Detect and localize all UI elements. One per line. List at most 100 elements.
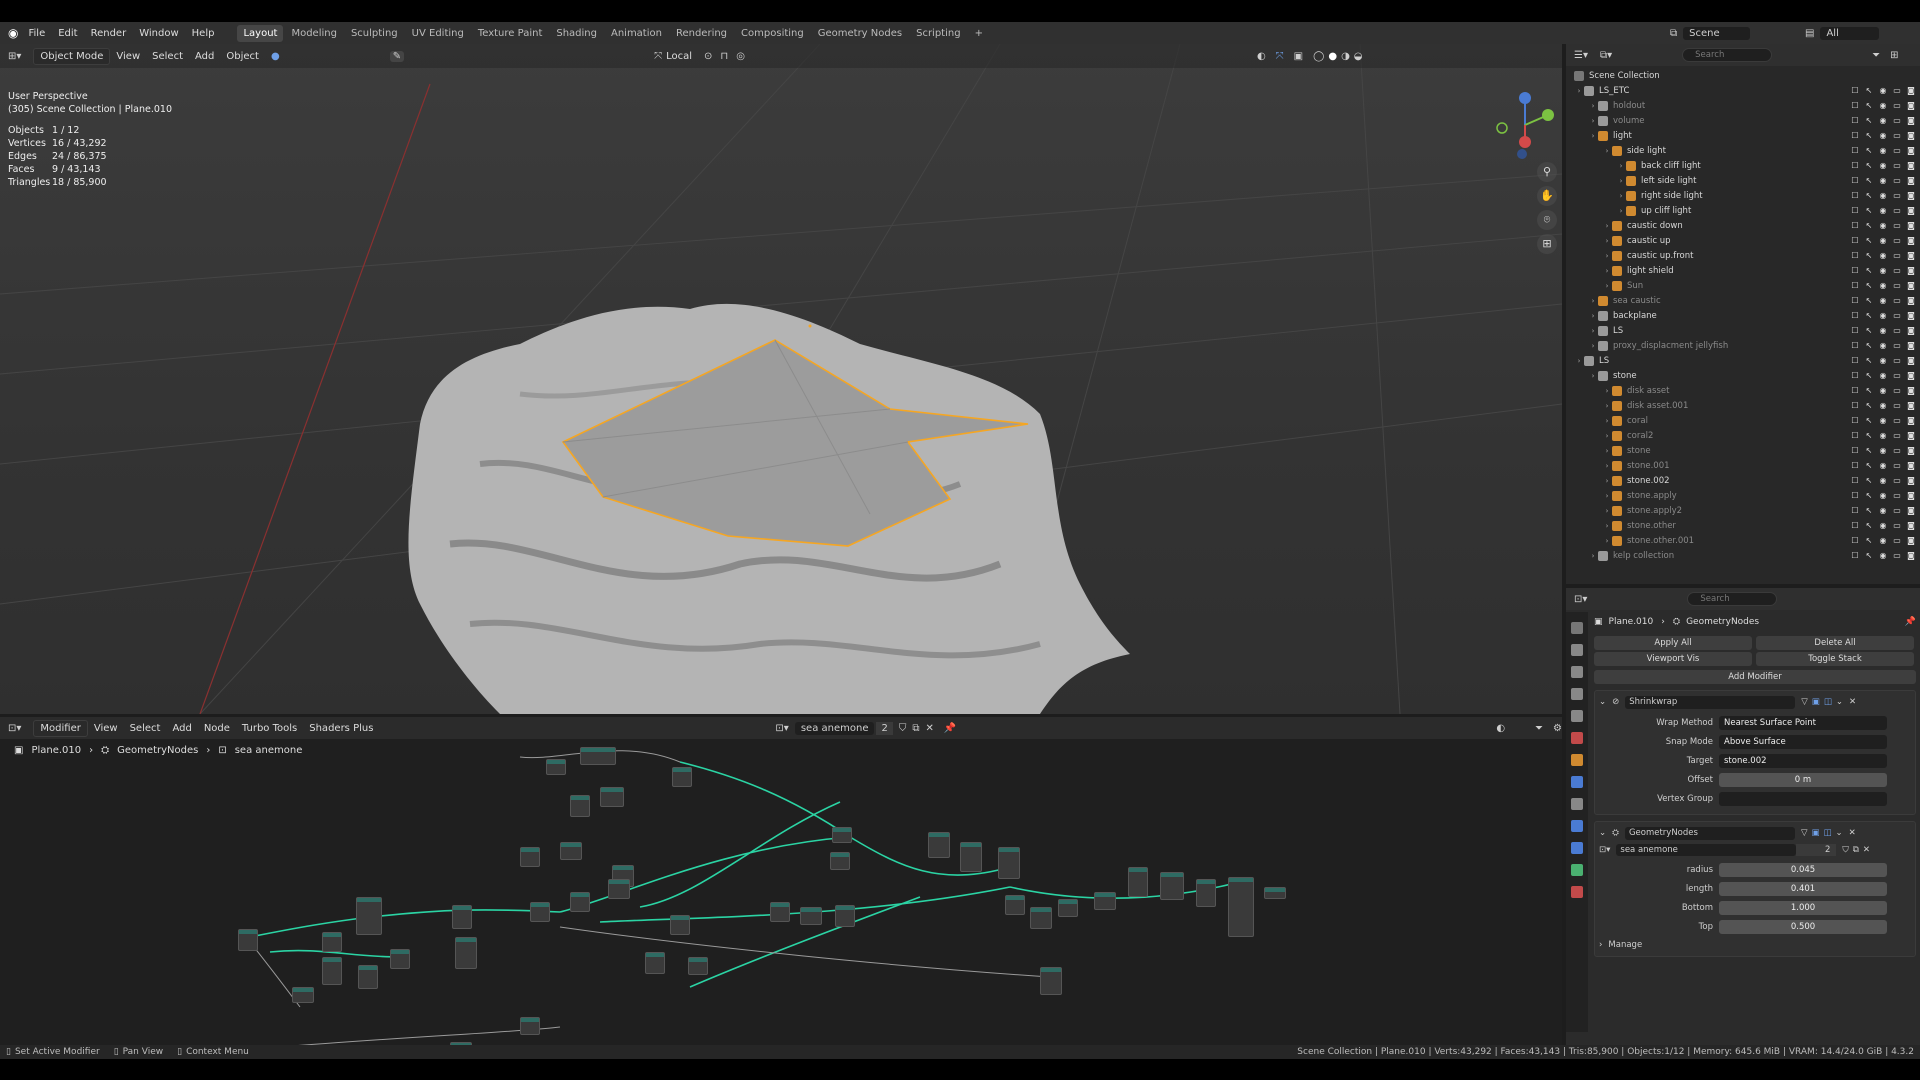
zoom-icon[interactable]: ⚲ bbox=[1537, 162, 1557, 182]
node[interactable] bbox=[452, 905, 472, 929]
tab-animation[interactable]: Animation bbox=[605, 25, 668, 42]
expand-arrow-icon[interactable]: › bbox=[1616, 192, 1626, 200]
select-icon[interactable]: ↖ bbox=[1864, 521, 1874, 531]
camera-icon[interactable]: ◙ bbox=[1906, 101, 1916, 111]
outliner-row[interactable]: › stone.001 ☐ ↖ ◉ ▭ ◙ bbox=[1566, 458, 1920, 473]
node[interactable] bbox=[600, 787, 624, 807]
outliner-row[interactable]: › stone.apply2 ☐ ↖ ◉ ▭ ◙ bbox=[1566, 503, 1920, 518]
camera-icon[interactable]: ◙ bbox=[1906, 191, 1916, 201]
camera-view-icon[interactable]: ⌾ bbox=[1537, 210, 1557, 230]
snap-icon[interactable]: ⊓ bbox=[720, 51, 728, 62]
viewport-icon[interactable]: ▭ bbox=[1892, 356, 1902, 366]
outliner-search[interactable]: Search bbox=[1682, 48, 1773, 62]
data-icon[interactable] bbox=[1571, 864, 1583, 876]
camera-icon[interactable]: ◙ bbox=[1906, 251, 1916, 261]
pan-hand-icon[interactable]: ✋ bbox=[1537, 186, 1557, 206]
viewport-icon[interactable]: ▭ bbox=[1892, 446, 1902, 456]
checkbox-icon[interactable]: ☐ bbox=[1850, 326, 1860, 336]
viewport-icon[interactable]: ▭ bbox=[1892, 221, 1902, 231]
eye-icon[interactable]: ◉ bbox=[1878, 251, 1888, 261]
viewport-icon[interactable]: ▭ bbox=[1892, 401, 1902, 411]
checkbox-icon[interactable]: ☐ bbox=[1850, 116, 1860, 126]
outliner-editor-icon[interactable]: ☰▾ bbox=[1574, 50, 1588, 61]
eye-icon[interactable]: ◉ bbox=[1878, 446, 1888, 456]
camera-icon[interactable]: ◙ bbox=[1906, 311, 1916, 321]
viewport-icon[interactable]: ▭ bbox=[1892, 311, 1902, 321]
eye-icon[interactable]: ◉ bbox=[1878, 461, 1888, 471]
eye-icon[interactable]: ◉ bbox=[1878, 536, 1888, 546]
eye-icon[interactable]: ◉ bbox=[1878, 176, 1888, 186]
eye-icon[interactable]: ◉ bbox=[1878, 371, 1888, 381]
node[interactable] bbox=[832, 827, 852, 843]
eye-icon[interactable]: ◉ bbox=[1878, 236, 1888, 246]
outliner-row[interactable]: › right side light ☐ ↖ ◉ ▭ ◙ bbox=[1566, 188, 1920, 203]
node[interactable] bbox=[960, 842, 982, 872]
scene-icon[interactable] bbox=[1571, 710, 1583, 722]
field-value[interactable]: stone.002 bbox=[1719, 753, 1887, 768]
viewport-icon[interactable]: ▭ bbox=[1892, 131, 1902, 141]
outliner-row[interactable]: › light ☐ ↖ ◉ ▭ ◙ bbox=[1566, 128, 1920, 143]
checkbox-icon[interactable]: ☐ bbox=[1850, 476, 1860, 486]
viewport-icon[interactable]: ▭ bbox=[1892, 266, 1902, 276]
world-icon[interactable] bbox=[1571, 732, 1583, 744]
menu-render[interactable]: Render bbox=[91, 28, 127, 39]
properties-editor-icon[interactable]: ⊡▾ bbox=[1574, 594, 1587, 605]
checkbox-icon[interactable]: ☐ bbox=[1850, 506, 1860, 516]
select-icon[interactable]: ↖ bbox=[1864, 551, 1874, 561]
expand-arrow-icon[interactable]: › bbox=[1602, 537, 1612, 545]
expand-arrow-icon[interactable]: › bbox=[1574, 357, 1584, 365]
outliner-row[interactable]: › back cliff light ☐ ↖ ◉ ▭ ◙ bbox=[1566, 158, 1920, 173]
expand-arrow-icon[interactable]: › bbox=[1602, 417, 1612, 425]
expand-arrow-icon[interactable]: › bbox=[1588, 372, 1598, 380]
view-layer-selector[interactable]: ▤ All bbox=[1805, 26, 1879, 40]
node-editor[interactable]: ⊡▾ Modifier View Select Add Node Turbo T… bbox=[0, 717, 1562, 1057]
field-value[interactable]: 0 m bbox=[1719, 772, 1887, 787]
outliner-row[interactable]: › stone.002 ☐ ↖ ◉ ▭ ◙ bbox=[1566, 473, 1920, 488]
node[interactable] bbox=[1005, 895, 1025, 915]
expand-arrow-icon[interactable]: › bbox=[1602, 447, 1612, 455]
node[interactable] bbox=[520, 1017, 540, 1035]
field-value[interactable]: 1.000 bbox=[1719, 900, 1887, 915]
node[interactable] bbox=[570, 892, 590, 912]
xray-icon[interactable]: ▣ bbox=[1294, 51, 1303, 62]
node[interactable] bbox=[520, 847, 540, 867]
node[interactable] bbox=[1030, 907, 1052, 929]
node[interactable] bbox=[1094, 892, 1116, 910]
camera-icon[interactable]: ◙ bbox=[1906, 161, 1916, 171]
viewport-vis-button[interactable]: Viewport Vis bbox=[1594, 652, 1752, 666]
eye-icon[interactable]: ◉ bbox=[1878, 221, 1888, 231]
outliner-row[interactable]: › holdout ☐ ↖ ◉ ▭ ◙ bbox=[1566, 98, 1920, 113]
apply-all-button[interactable]: Apply All bbox=[1594, 636, 1752, 650]
menu-help[interactable]: Help bbox=[192, 28, 215, 39]
add-workspace-button[interactable]: + bbox=[969, 25, 989, 42]
node[interactable] bbox=[1160, 872, 1184, 900]
select-icon[interactable]: ↖ bbox=[1864, 161, 1874, 171]
expand-arrow-icon[interactable]: › bbox=[1602, 462, 1612, 470]
viewport-icon[interactable]: ▭ bbox=[1892, 191, 1902, 201]
viewport-menu-view[interactable]: View bbox=[116, 51, 140, 62]
outliner-row[interactable]: › proxy_displacment jellyfish ☐ ↖ ◉ ▭ ◙ bbox=[1566, 338, 1920, 353]
outliner-row[interactable]: › side light ☐ ↖ ◉ ▭ ◙ bbox=[1566, 143, 1920, 158]
fake-user-icon[interactable]: ⛉ bbox=[1842, 845, 1848, 855]
tab-uv-editing[interactable]: UV Editing bbox=[406, 25, 470, 42]
edit-mode-icon[interactable]: ▽ bbox=[1801, 828, 1808, 838]
checkbox-icon[interactable]: ☐ bbox=[1850, 551, 1860, 561]
camera-icon[interactable]: ◙ bbox=[1906, 176, 1916, 186]
expand-arrow-icon[interactable]: › bbox=[1602, 237, 1612, 245]
output-icon[interactable] bbox=[1571, 666, 1583, 678]
edit-mode-icon[interactable]: ▽ bbox=[1801, 697, 1808, 707]
select-icon[interactable]: ↖ bbox=[1864, 101, 1874, 111]
collapse-icon[interactable]: ⌄ bbox=[1599, 697, 1606, 707]
select-icon[interactable]: ↖ bbox=[1864, 236, 1874, 246]
camera-icon[interactable]: ◙ bbox=[1906, 266, 1916, 276]
select-icon[interactable]: ↖ bbox=[1864, 266, 1874, 276]
node[interactable] bbox=[670, 915, 690, 935]
field-value[interactable]: 0.500 bbox=[1719, 919, 1887, 934]
dropdown-icon[interactable]: ⌄ bbox=[1836, 697, 1843, 707]
ortho-grid-icon[interactable]: ⊞ bbox=[1537, 234, 1557, 254]
expand-arrow-icon[interactable]: › bbox=[1602, 492, 1612, 500]
checkbox-icon[interactable]: ☐ bbox=[1850, 431, 1860, 441]
select-icon[interactable]: ↖ bbox=[1864, 281, 1874, 291]
viewport-icon[interactable]: ▭ bbox=[1892, 491, 1902, 501]
select-icon[interactable]: ↖ bbox=[1864, 476, 1874, 486]
